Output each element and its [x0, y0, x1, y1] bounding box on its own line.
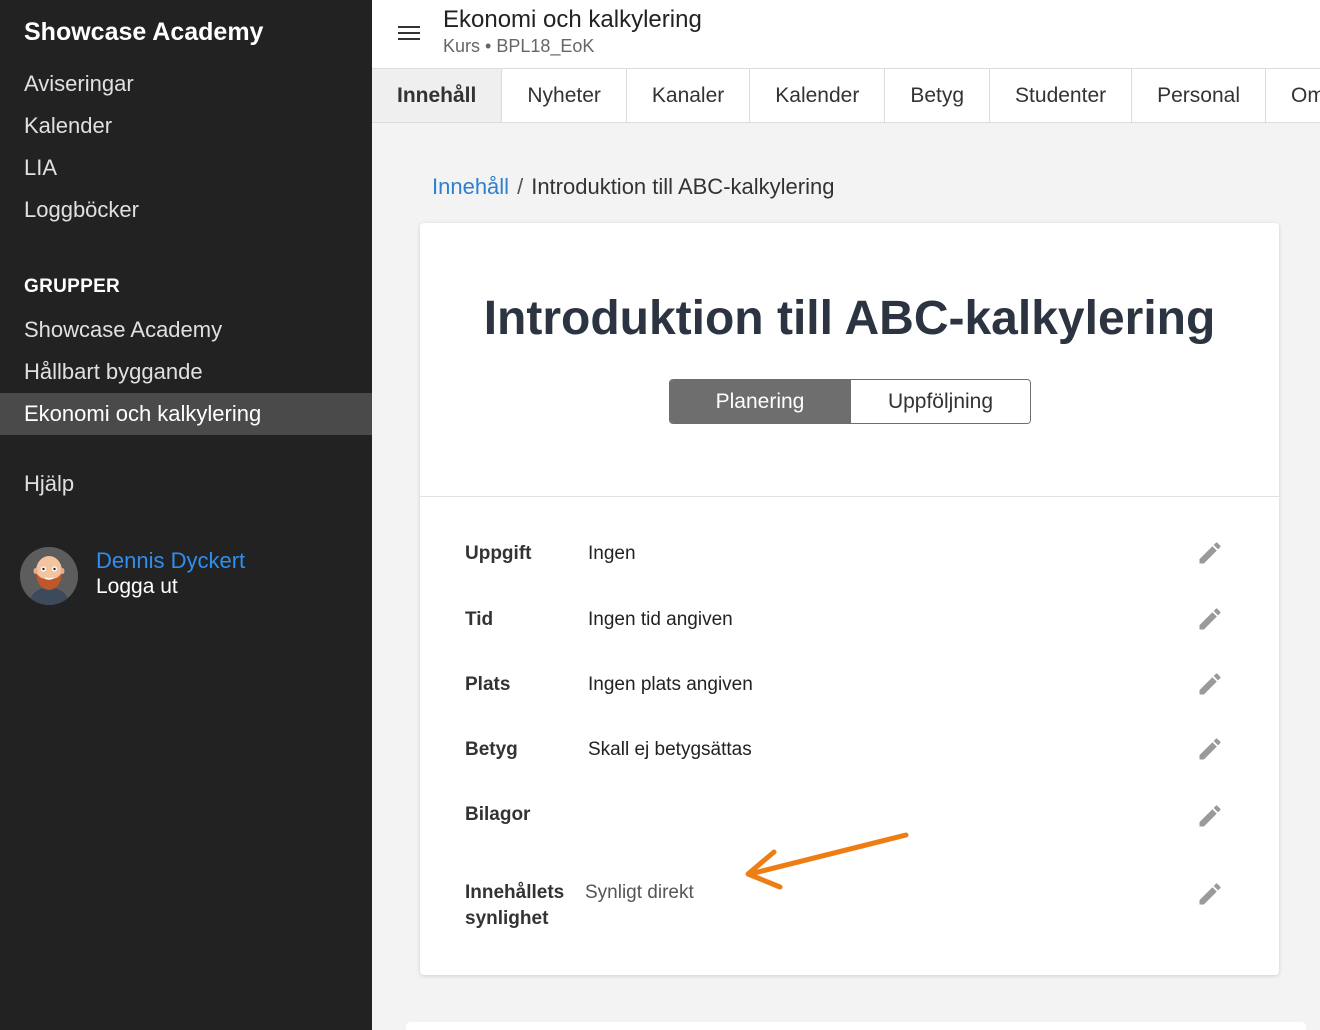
- pencil-icon: [1199, 738, 1221, 760]
- edit-synlighet-button[interactable]: [1196, 880, 1224, 908]
- course-subtitle: Kurs • BPL18_EoK: [443, 36, 595, 56]
- nav-item-loggbocker[interactable]: Loggböcker: [0, 189, 372, 231]
- pencil-icon: [1199, 805, 1221, 827]
- uppfoljning-button[interactable]: Uppföljning: [850, 380, 1030, 423]
- group-item-ekonomi-och-kalkylering[interactable]: Ekonomi och kalkylering: [0, 393, 372, 435]
- edit-plats-button[interactable]: [1196, 670, 1224, 698]
- pencil-icon: [1199, 673, 1221, 695]
- row-value-betyg: Skall ej betygsättas: [588, 739, 752, 760]
- divider: [420, 496, 1279, 497]
- hamburger-icon-line: [398, 32, 420, 34]
- row-label-betyg: Betyg: [465, 739, 518, 760]
- menu-button[interactable]: [398, 24, 422, 42]
- row-label-synlighet: Innehållets synlighet: [465, 882, 565, 929]
- row-label-tid: Tid: [465, 609, 494, 630]
- row-value-plats: Ingen plats angiven: [588, 674, 753, 695]
- content-card: Introduktion till ABC-kalkylering Planer…: [420, 223, 1279, 975]
- top-bar: Ekonomi och kalkylering Kurs • BPL18_EoK: [372, 0, 1320, 68]
- breadcrumb-separator: /: [517, 174, 524, 199]
- hamburger-icon-line: [398, 38, 420, 40]
- tab-om[interactable]: Om: [1266, 69, 1320, 122]
- nav-item-aviseringar[interactable]: Aviseringar: [0, 63, 372, 105]
- page-title: Introduktion till ABC-kalkylering: [483, 292, 1216, 345]
- tab-studenter[interactable]: Studenter: [990, 69, 1133, 122]
- pencil-icon: [1199, 542, 1221, 564]
- tab-kanaler[interactable]: Kanaler: [627, 69, 751, 122]
- nav-item-hjalp[interactable]: Hjälp: [0, 463, 372, 505]
- view-toggle: Planering Uppföljning: [669, 379, 1031, 424]
- pencil-icon: [1199, 883, 1221, 905]
- nav-item-kalender[interactable]: Kalender: [0, 105, 372, 147]
- tab-innehall[interactable]: Innehåll: [372, 69, 503, 122]
- row-value-tid: Ingen tid angiven: [588, 609, 733, 630]
- course-tabs: Innehåll Nyheter Kanaler Kalender Betyg …: [372, 68, 1320, 123]
- tab-betyg[interactable]: Betyg: [885, 69, 991, 122]
- row-label-plats: Plats: [465, 674, 511, 695]
- avatar-icon: [20, 547, 78, 605]
- course-title: Ekonomi och kalkylering: [443, 6, 702, 33]
- group-item-showcase-academy[interactable]: Showcase Academy: [0, 309, 372, 351]
- tab-nyheter[interactable]: Nyheter: [502, 69, 627, 122]
- arrow-icon: [745, 832, 909, 890]
- hamburger-icon: [398, 26, 420, 28]
- tab-kalender[interactable]: Kalender: [750, 69, 886, 122]
- groups-heading: GRUPPER: [24, 276, 121, 297]
- nav-item-lia[interactable]: LIA: [0, 147, 372, 189]
- tab-personal[interactable]: Personal: [1132, 69, 1267, 122]
- edit-betyg-button[interactable]: [1196, 735, 1224, 763]
- edit-bilagor-button[interactable]: [1196, 802, 1224, 830]
- user-name-link[interactable]: Dennis Dyckert: [96, 548, 245, 574]
- group-item-hallbart-byggande[interactable]: Hållbart byggande: [0, 351, 372, 393]
- sidebar: Showcase Academy Aviseringar Kalender LI…: [0, 0, 372, 1030]
- row-value-uppgift: Ingen: [588, 543, 636, 564]
- row-label-bilagor: Bilagor: [465, 804, 531, 825]
- avatar[interactable]: [20, 547, 78, 605]
- row-value-synlighet: Synligt direkt: [585, 882, 694, 903]
- logout-link[interactable]: Logga ut: [96, 575, 178, 599]
- breadcrumb-link-innehall[interactable]: Innehåll: [432, 174, 509, 199]
- edit-uppgift-button[interactable]: [1196, 539, 1224, 567]
- brand-title[interactable]: Showcase Academy: [24, 18, 263, 47]
- next-card-edge: [406, 1022, 1306, 1030]
- planering-button[interactable]: Planering: [670, 380, 850, 423]
- breadcrumb-current: Introduktion till ABC-kalkylering: [531, 174, 835, 199]
- row-label-uppgift: Uppgift: [465, 543, 532, 564]
- breadcrumb: Innehåll / Introduktion till ABC-kalkyleri…: [432, 174, 834, 200]
- edit-tid-button[interactable]: [1196, 605, 1224, 633]
- pencil-icon: [1199, 608, 1221, 630]
